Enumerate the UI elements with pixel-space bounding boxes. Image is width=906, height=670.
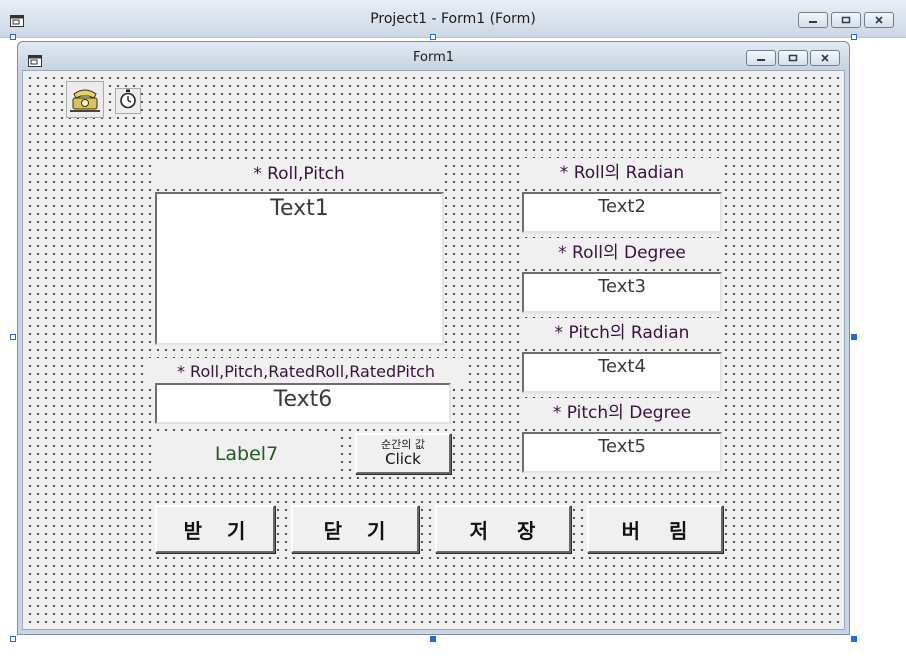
telephone-icon bbox=[70, 84, 100, 116]
resize-handle-bottom-left[interactable] bbox=[10, 636, 16, 642]
resize-handle-bottom[interactable] bbox=[430, 636, 436, 642]
roll-degree-label: * Roll의 Degree bbox=[522, 238, 722, 268]
resize-handle-right[interactable] bbox=[851, 334, 857, 340]
form-close-button[interactable] bbox=[810, 50, 840, 66]
save-button[interactable]: 저 장 bbox=[435, 505, 571, 553]
roll-radian-label: * Roll의 Radian bbox=[522, 158, 722, 188]
roll-pitch-label: * Roll,Pitch bbox=[154, 160, 444, 188]
close-button[interactable] bbox=[864, 12, 894, 28]
maximize-icon bbox=[788, 54, 798, 62]
text1-field[interactable]: Text1 bbox=[155, 192, 444, 345]
rated-label: * Roll,Pitch,RatedRoll,RatedPitch bbox=[147, 358, 465, 386]
minimize-button[interactable] bbox=[798, 12, 828, 28]
receive-button-label: 받 기 bbox=[183, 518, 247, 543]
receive-button[interactable]: 받 기 bbox=[155, 505, 275, 553]
pitch-degree-label: * Pitch의 Degree bbox=[522, 398, 722, 428]
form-title-bar[interactable]: Form1 bbox=[18, 42, 849, 70]
text6-field[interactable]: Text6 bbox=[155, 383, 451, 424]
resize-handle-left[interactable] bbox=[10, 334, 16, 340]
text2-field[interactable]: Text2 bbox=[522, 192, 722, 233]
designer-window: Project1 - Form1 (Form) Form1 * Roll,Pit… bbox=[0, 0, 906, 670]
designer-title-bar[interactable]: Project1 - Form1 (Form) bbox=[0, 0, 906, 38]
label7: Label7 bbox=[154, 434, 339, 474]
discard-button[interactable]: 버 림 bbox=[587, 505, 723, 553]
text5-field[interactable]: Text5 bbox=[522, 432, 722, 473]
form-title: Form1 bbox=[412, 50, 455, 65]
form-client-area[interactable]: * Roll,Pitch Text1 * Roll의 Radian Text2 … bbox=[22, 70, 845, 630]
close-icon bbox=[874, 16, 884, 24]
resize-handle-top-left[interactable] bbox=[10, 34, 16, 40]
minimize-icon bbox=[808, 16, 818, 24]
stopwatch-icon bbox=[118, 89, 138, 113]
designer-title: Project1 - Form1 (Form) bbox=[370, 11, 536, 27]
form1-window[interactable]: Form1 * Roll,Pitch Text1 * Roll의 Radian … bbox=[17, 41, 850, 635]
form-maximize-button[interactable] bbox=[778, 50, 808, 66]
resize-handle-bottom-right[interactable] bbox=[851, 636, 857, 642]
instant-value-button[interactable]: 순간의 값 Click bbox=[355, 433, 451, 474]
maximize-icon bbox=[841, 16, 851, 24]
text4-field[interactable]: Text4 bbox=[522, 352, 722, 393]
text3-field[interactable]: Text3 bbox=[522, 272, 722, 313]
minimize-icon bbox=[756, 54, 766, 62]
form-minimize-button[interactable] bbox=[746, 50, 776, 66]
discard-button-label: 버 림 bbox=[621, 518, 689, 543]
pitch-radian-label: * Pitch의 Radian bbox=[522, 318, 722, 348]
resize-handle-top-right[interactable] bbox=[851, 34, 857, 40]
comm-control[interactable] bbox=[66, 81, 104, 118]
maximize-button[interactable] bbox=[831, 12, 861, 28]
resize-handle-top[interactable] bbox=[430, 34, 436, 40]
click-caption: Click bbox=[385, 450, 421, 469]
timer-control[interactable] bbox=[115, 88, 141, 114]
close-port-button[interactable]: 닫 기 bbox=[291, 505, 419, 553]
close-port-button-label: 닫 기 bbox=[323, 518, 387, 543]
save-button-label: 저 장 bbox=[469, 518, 537, 543]
close-icon bbox=[820, 54, 830, 62]
